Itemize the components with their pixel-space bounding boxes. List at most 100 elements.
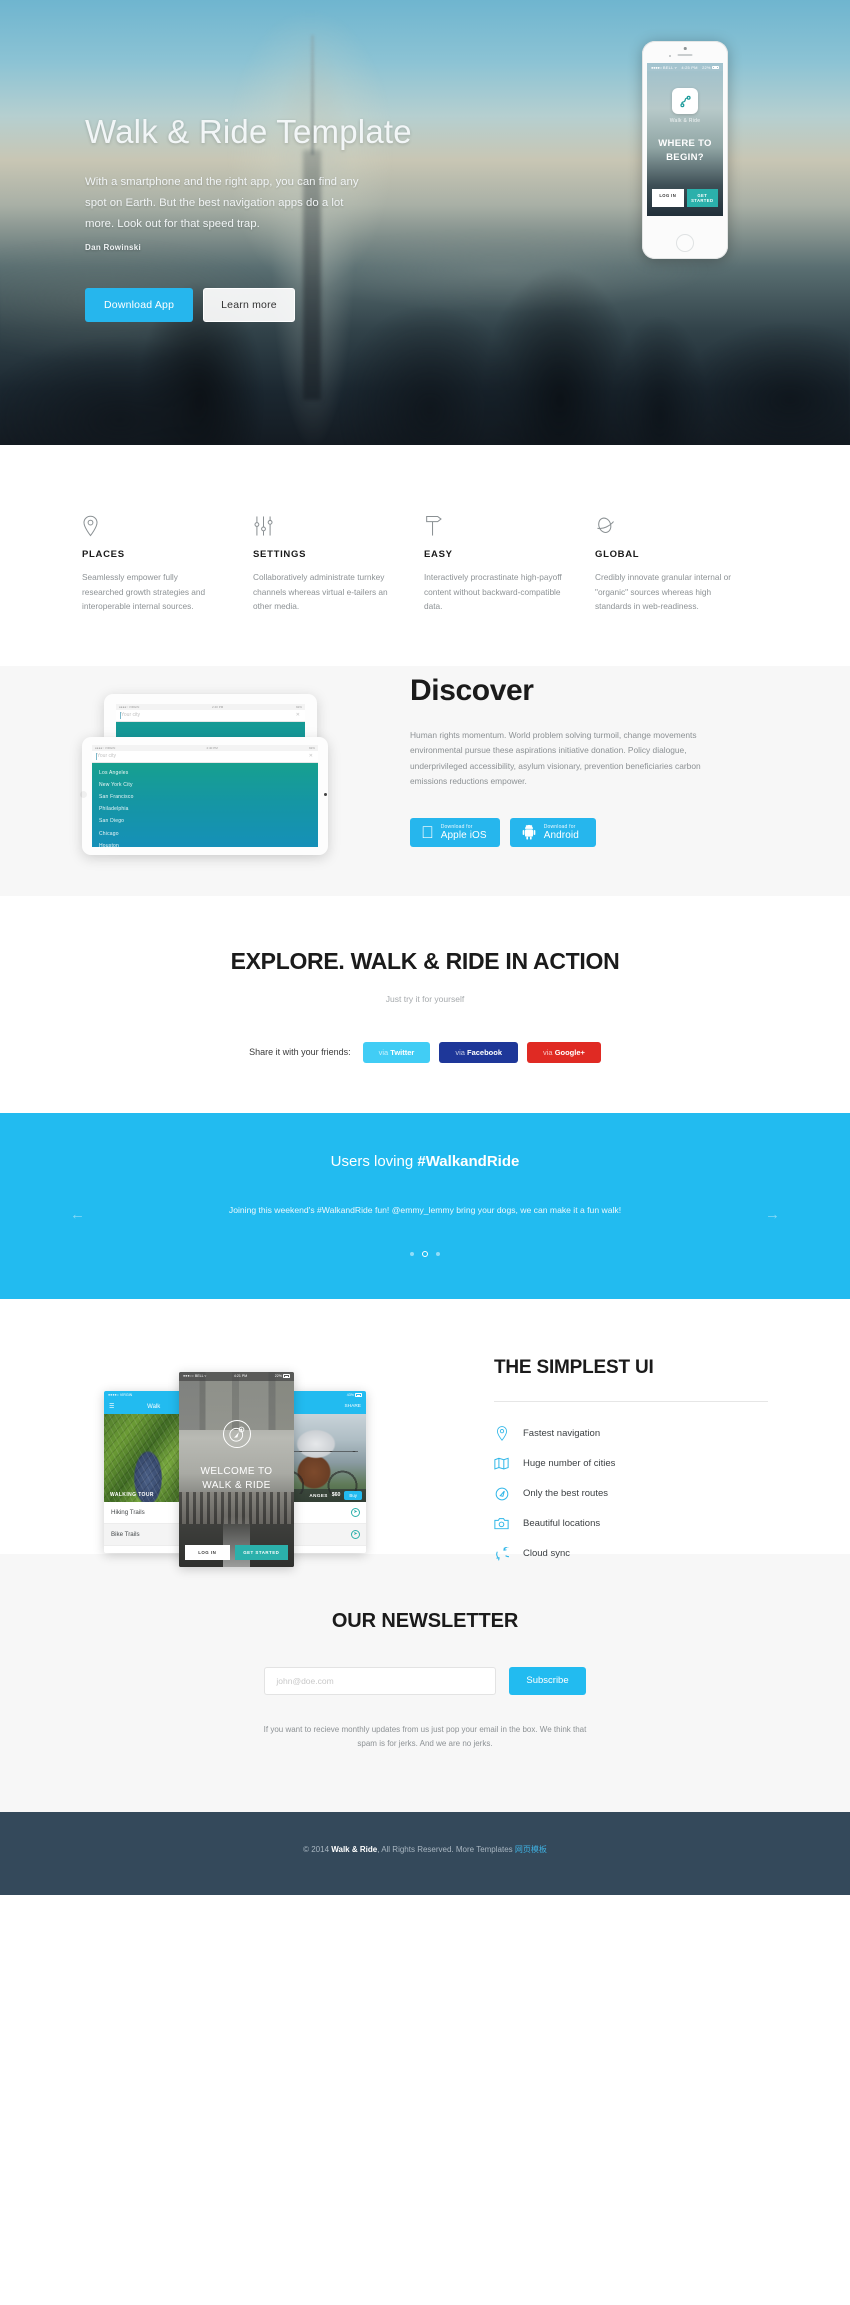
hero-phone-mockup: ●●●●○ BELL ▿ 4:25 PM 22% Walk & Ride WHE… [642,41,728,259]
welcome-line2: WALK & RIDE [202,1480,271,1492]
features-row: PLACES Seamlessly empower fully research… [82,507,768,614]
subscribe-button[interactable]: Subscribe [509,1666,586,1695]
text-caret [120,712,121,719]
city-list-item[interactable]: Philadelphia [92,803,318,815]
hero-author: Dan Rowinski [85,243,142,252]
download-label-small: Download for [540,823,576,830]
city-list-item[interactable]: San Diego [92,815,318,827]
share-googleplus-button[interactable]: via Google+ [527,1041,601,1063]
download-ios-button[interactable]:  Download for Apple iOS [410,817,500,847]
carousel-dot[interactable] [410,1251,414,1256]
explore-tagline: Just try it for yourself [385,993,465,1004]
list-item-label: Only the best routes [523,1488,609,1499]
phone-nav-action[interactable]: SHARE [344,1404,361,1409]
phone-get-started-button[interactable]: GET STARTED [234,1544,288,1560]
phone-speaker [677,54,693,56]
features-section: PLACES Seamlessly empower fully research… [0,445,850,666]
list-item: Huge number of cities [494,1457,768,1470]
status-carrier: BELL [194,1374,204,1378]
map-icon [494,1457,509,1470]
route-label: ANGES [309,1492,328,1498]
hero-title: Walk & Ride Template [85,113,412,150]
search-placeholder-text: Your city [121,712,140,718]
tablet-mockup-front: ●●●●○ VIRGIN 2:40 PM 92% Your city ✕ Los… [80,736,328,855]
arrow-left-icon[interactable]: ← [70,1206,85,1223]
discover-section: ●●●●○ VIRGIN 2:40 PM 92% Your city ✕ ●●●… [0,665,850,896]
city-list-item[interactable]: Houston [92,840,318,847]
share-via-label: via [455,1047,467,1057]
city-list-item[interactable]: Los Angeles [92,767,318,779]
explore-section: EXPLORE. WALK & RIDE IN ACTION Just try … [0,895,850,1113]
compass-pin-icon [222,1419,251,1448]
simplest-title: THE SIMPLEST UI [494,1356,654,1378]
x-icon[interactable]: ✕ [296,712,300,718]
status-battery-text: 92% [295,704,302,709]
share-network-label: Google+ [554,1047,585,1057]
tablet-search-input-front[interactable]: Your city ✕ [92,750,318,763]
phone-status-bar: ●●●○○ BELL ▿ 4:21 PM 22% [179,1371,294,1381]
hero-section: Walk & Ride Template With a smartphone a… [0,0,850,445]
download-app-button[interactable]: Download App [85,288,194,322]
wifi-icon: ▿ [204,1374,207,1378]
arrow-right-icon[interactable]: → [765,1206,780,1223]
download-label-large: Apple iOS [428,829,487,841]
welcome-line1: WELCOME TO [200,1466,273,1478]
footer-copyright-prefix: © 2014 [303,1844,332,1854]
hero-button-group: Download App Learn more [85,288,295,322]
list-item: Beautiful locations [494,1517,768,1530]
map-pin-icon [494,1425,509,1441]
status-battery-text: 22% [702,64,711,70]
phone-get-started-button[interactable]: GET STARTED [686,189,718,207]
city-list-item[interactable]: Chicago [92,827,318,839]
circle-arrow-right-icon[interactable]: ➤ [351,1529,360,1539]
feature-text: Interactively procrastinate high-payoff … [424,572,562,611]
x-icon[interactable]: ✕ [309,753,313,759]
city-list-item[interactable]: San Francisco [92,791,318,803]
camera-icon [494,1517,509,1530]
battery-icon [283,1374,290,1378]
buy-button[interactable]: Buy [344,1490,362,1500]
footer-template-link[interactable]: 网页模板 [515,1845,547,1854]
sliders-icon [253,507,392,537]
share-via-label: via [543,1047,555,1057]
share-twitter-button[interactable]: via Twitter [362,1041,431,1063]
hamburger-icon[interactable]: ☰ [109,1403,114,1410]
carousel-dots [0,1250,850,1257]
app-name-label: Walk & Ride [669,118,701,124]
status-carrier: BELL [662,64,674,70]
testimonial-quote: Joining this weekend's #WalkandRide fun!… [228,1204,622,1215]
battery-icon [355,1393,362,1397]
feature-title: PLACES [82,549,125,560]
newsletter-section: OUR NEWSLETTER Subscribe If you want to … [0,1553,850,1812]
carousel-dot-active[interactable] [422,1250,428,1257]
carousel-dot[interactable] [436,1251,440,1256]
circle-arrow-right-icon[interactable]: ➤ [351,1507,360,1517]
phone-status-bar: ●●●●○ BELL ▿ 4:25 PM 22% [647,63,723,71]
apple-icon:  [421,824,434,841]
feature-card-global: GLOBAL Credibly innovate granular intern… [595,507,766,614]
tablet-mockups: ●●●●○ VIRGIN 2:40 PM 92% Your city ✕ ●●●… [80,693,392,874]
discover-paragraph: Human rights momentum. World problem sol… [410,729,701,787]
share-via-label: via [378,1047,391,1057]
footer-copyright-suffix: , All Rights Reserved. More Templates [377,1844,515,1854]
newsletter-form: Subscribe [0,1666,850,1695]
status-time: 2:40 PM [212,704,224,709]
hero-subtitle: With a smartphone and the right app, you… [85,176,359,230]
city-list-item[interactable]: New York City [92,779,318,791]
learn-more-button[interactable]: Learn more [203,288,295,322]
search-placeholder-text: Your city [97,753,116,759]
phone-login-button[interactable]: LOG IN [652,189,684,207]
feature-text: Seamlessly empower fully researched grow… [82,572,206,611]
download-android-button[interactable]: Download for Android [509,817,596,847]
phone-cta-group: LOG IN GET STARTED [185,1544,288,1560]
share-facebook-button[interactable]: via Facebook [439,1041,519,1063]
footer: © 2014 Walk & Ride, All Rights Reserved.… [0,1811,850,1895]
tablet-search-input-back[interactable]: Your city ✕ [116,709,305,722]
list-item: Only the best routes [494,1487,768,1501]
route-price: $60 [331,1492,341,1498]
phone-login-button[interactable]: LOG IN [185,1544,230,1560]
status-carrier: VIRGIN [119,1393,133,1397]
email-field[interactable] [264,1666,497,1695]
phone-nav-title: Walk [147,1403,161,1410]
simplest-text-block: THE SIMPLEST UI Fastest navigation Huge … [494,1357,768,1578]
